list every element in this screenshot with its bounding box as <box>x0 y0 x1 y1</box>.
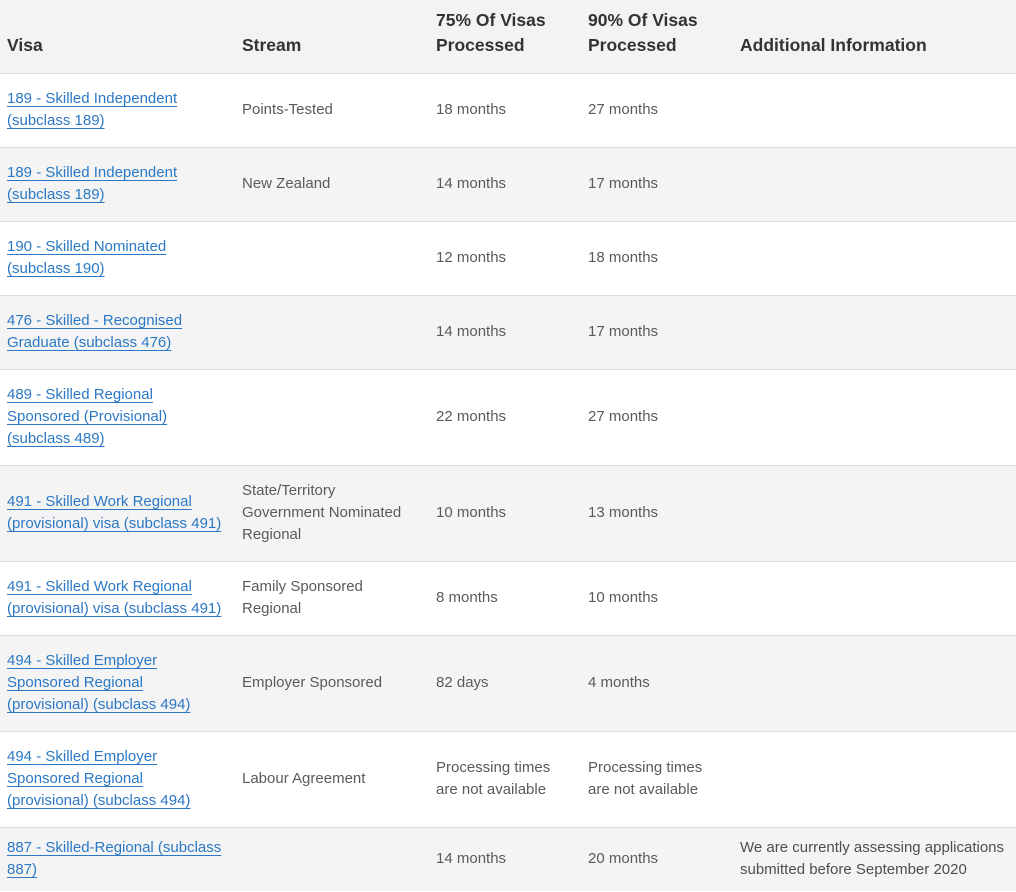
info-cell <box>733 295 1016 370</box>
table-row: 494 - Skilled Employer Sponsored Regiona… <box>0 635 1016 732</box>
visa-link[interactable]: 887 - Skilled-Regional (subclass 887) <box>7 839 221 878</box>
info-cell <box>733 147 1016 222</box>
stream-cell: New Zealand <box>235 147 429 222</box>
p75-cell: 22 months <box>429 369 581 466</box>
stream-cell: Labour Agreement <box>235 731 429 828</box>
stream-cell <box>235 221 429 296</box>
visa-link[interactable]: 190 - Skilled Nominated (subclass 190) <box>7 238 166 277</box>
visa-cell: 476 - Skilled - Recognised Graduate (sub… <box>0 295 235 370</box>
stream-cell <box>235 369 429 466</box>
header-stream: Stream <box>235 0 429 74</box>
visa-cell: 189 - Skilled Independent (subclass 189) <box>0 147 235 222</box>
visa-link[interactable]: 491 - Skilled Work Regional (provisional… <box>7 493 221 532</box>
table-row: 494 - Skilled Employer Sponsored Regiona… <box>0 731 1016 828</box>
visa-cell: 491 - Skilled Work Regional (provisional… <box>0 465 235 562</box>
table-row: 489 - Skilled Regional Sponsored (Provis… <box>0 369 1016 466</box>
p90-cell: 17 months <box>581 295 733 370</box>
visa-cell: 489 - Skilled Regional Sponsored (Provis… <box>0 369 235 466</box>
p75-cell: 14 months <box>429 147 581 222</box>
p75-cell: 14 months <box>436 850 507 868</box>
table-row: 476 - Skilled - Recognised Graduate (sub… <box>0 295 1016 370</box>
p90-cell: 4 months <box>581 635 733 732</box>
stream-cell <box>235 295 429 370</box>
stream-cell <box>235 827 429 891</box>
info-cell <box>733 369 1016 466</box>
stream-cell: State/Territory Government Nominated Reg… <box>235 465 429 562</box>
info-cell <box>733 465 1016 562</box>
p90-cell: 27 months <box>581 369 733 466</box>
stream-cell: Employer Sponsored <box>235 635 429 732</box>
visa-cell: 491 - Skilled Work Regional (provisional… <box>0 561 235 636</box>
p75-cell: 82 days <box>429 635 581 732</box>
stream-cell: Family Sponsored Regional <box>235 561 429 636</box>
header-visa: Visa <box>0 0 235 74</box>
info-cell <box>733 221 1016 296</box>
visa-cell: 190 - Skilled Nominated (subclass 190) <box>0 221 235 296</box>
visa-cell: 494 - Skilled Employer Sponsored Regiona… <box>0 635 235 732</box>
p75-cell: Processing times are not available <box>429 731 581 828</box>
visa-link[interactable]: 489 - Skilled Regional Sponsored (Provis… <box>7 386 167 447</box>
p75-cell: 14 months <box>429 295 581 370</box>
p75-cell: 8 months <box>429 561 581 636</box>
p75-cell: 18 months <box>429 73 581 148</box>
info-cell <box>733 561 1016 636</box>
stream-cell: Points-Tested <box>235 73 429 148</box>
visa-link[interactable]: 189 - Skilled Independent (subclass 189) <box>7 164 177 203</box>
p90-cell: 18 months <box>581 221 733 296</box>
visa-cell: 189 - Skilled Independent (subclass 189) <box>0 73 235 148</box>
visa-link[interactable]: 491 - Skilled Work Regional (provisional… <box>7 578 221 617</box>
visa-cell: 494 - Skilled Employer Sponsored Regiona… <box>0 731 235 828</box>
info-cell <box>733 73 1016 148</box>
table-row: 190 - Skilled Nominated (subclass 190) 1… <box>0 221 1016 296</box>
p90-cell: 13 months <box>581 465 733 562</box>
p90-cell: 10 months <box>581 561 733 636</box>
header-90-percent: 90% Of Visas Processed <box>581 0 733 74</box>
p90-cell: Processing times are not available <box>581 731 733 828</box>
header-additional-info: Additional Information <box>733 0 1016 74</box>
info-cell: We are currently assessing applications … <box>740 839 1005 879</box>
table-row: 491 - Skilled Work Regional (provisional… <box>0 465 1016 562</box>
table-row: 491 - Skilled Work Regional (provisional… <box>0 561 1016 636</box>
info-cell <box>733 731 1016 828</box>
table-row: 189 - Skilled Independent (subclass 189)… <box>0 147 1016 222</box>
p75-cell: 10 months <box>429 465 581 562</box>
visa-link[interactable]: 189 - Skilled Independent (subclass 189) <box>7 90 177 129</box>
processing-times-table: Visa Stream 75% Of Visas Processed 90% O… <box>0 0 1016 891</box>
p90-cell: 17 months <box>581 147 733 222</box>
visa-cell: 887 - Skilled-Regional (subclass 887) <box>0 827 235 891</box>
header-75-percent: 75% Of Visas Processed <box>429 0 581 74</box>
info-cell <box>733 635 1016 732</box>
visa-link[interactable]: 494 - Skilled Employer Sponsored Regiona… <box>7 748 190 809</box>
table-row: 189 - Skilled Independent (subclass 189)… <box>0 73 1016 148</box>
p75-cell: 12 months <box>429 221 581 296</box>
table-row: 887 - Skilled-Regional (subclass 887) 14… <box>0 827 1016 891</box>
p90-cell: 20 months <box>588 850 659 868</box>
visa-link[interactable]: 494 - Skilled Employer Sponsored Regiona… <box>7 652 190 713</box>
table-header-row: Visa Stream 75% Of Visas Processed 90% O… <box>0 0 1016 74</box>
visa-link[interactable]: 476 - Skilled - Recognised Graduate (sub… <box>7 312 182 351</box>
p90-cell: 27 months <box>581 73 733 148</box>
